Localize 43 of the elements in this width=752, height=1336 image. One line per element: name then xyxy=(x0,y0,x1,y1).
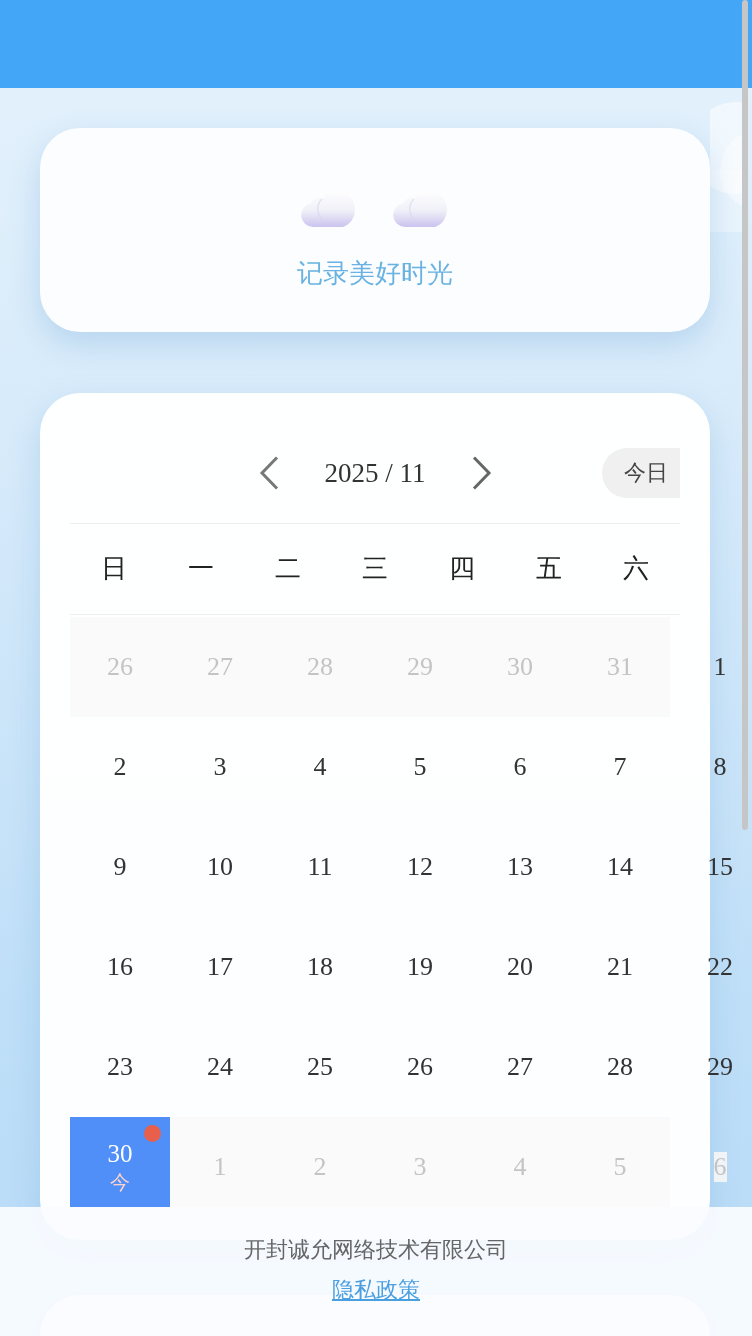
day-cell[interactable]: 21 xyxy=(570,917,670,1017)
day-cell[interactable]: 4 xyxy=(270,717,370,817)
day-cell[interactable]: 8 xyxy=(670,717,752,817)
today-button[interactable]: 今日 xyxy=(602,448,680,498)
day-cell[interactable]: 15 xyxy=(670,817,752,917)
day-cell[interactable]: 17 xyxy=(170,917,270,1017)
day-cell[interactable]: 16 xyxy=(70,917,170,1017)
weekday-label: 四 xyxy=(449,554,476,584)
chevron-left-icon xyxy=(258,456,279,490)
scrollbar-thumb[interactable] xyxy=(742,0,748,830)
day-cell[interactable]: 7 xyxy=(570,717,670,817)
day-cell[interactable]: 27 xyxy=(470,1017,570,1117)
day-cell[interactable]: 14 xyxy=(570,817,670,917)
weekday-label: 六 xyxy=(623,554,650,584)
day-cell[interactable]: 11 xyxy=(270,817,370,917)
day-cell[interactable]: 9 xyxy=(70,817,170,917)
day-cell[interactable]: 6 xyxy=(470,717,570,817)
day-cell[interactable]: 10 xyxy=(170,817,270,917)
day-cell[interactable]: 22 xyxy=(670,917,752,1017)
weekday-label: 一 xyxy=(187,554,214,584)
chevron-right-icon xyxy=(471,456,492,490)
day-cell[interactable]: 25 xyxy=(270,1017,370,1117)
day-cell[interactable]: 13 xyxy=(470,817,570,917)
weekday-label: 二 xyxy=(274,554,301,584)
day-cell[interactable]: 26 xyxy=(370,1017,470,1117)
day-cell[interactable]: 29 xyxy=(670,1017,752,1117)
month-title: 2025 / 11 xyxy=(324,457,426,490)
weekday-label: 三 xyxy=(362,554,388,584)
day-cell[interactable]: 2 xyxy=(70,717,170,817)
day-cell[interactable]: 23 xyxy=(70,1017,170,1117)
day-cell[interactable]: 5 xyxy=(370,717,470,817)
weekday-label: 五 xyxy=(536,554,563,584)
day-cell[interactable]: 18 xyxy=(270,917,370,1017)
day-cell[interactable]: 24 xyxy=(170,1017,270,1117)
banner-title: 记录美好时光 xyxy=(297,258,453,290)
day-cell[interactable]: 20 xyxy=(470,917,570,1017)
weekday-label: 日 xyxy=(100,554,127,584)
day-cell[interactable]: 19 xyxy=(370,917,470,1017)
day-cell[interactable]: 28 xyxy=(570,1017,670,1117)
day-cell[interactable]: 1 xyxy=(670,617,752,717)
day-cell[interactable]: 12 xyxy=(370,817,470,917)
company-name: 开封诚允网络技术有限公司 xyxy=(244,1236,508,1264)
day-cell[interactable]: 3 xyxy=(170,717,270,817)
